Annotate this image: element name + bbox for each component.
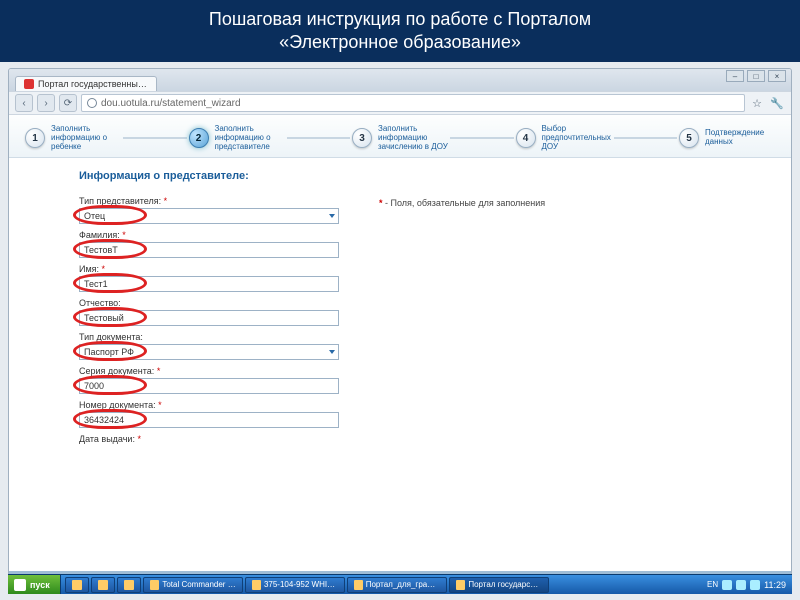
label-rep-type: Тип представителя: * [79, 196, 339, 206]
step-connector [287, 137, 351, 139]
field-doc-type: Тип документа: Паспорт РФ [79, 332, 339, 360]
globe-icon [87, 98, 97, 108]
app-icon [150, 580, 160, 590]
slide-title-line2: «Электронное образование» [209, 31, 591, 54]
field-doc-series: Серия документа: * [79, 366, 339, 394]
window-minimize[interactable]: – [726, 70, 744, 82]
app-icon [456, 580, 466, 590]
asterisk-icon: * [379, 198, 383, 208]
field-firstname: Имя: * [79, 264, 339, 292]
app-icon [252, 580, 261, 590]
windows-flag-icon [14, 579, 26, 591]
field-lastname: Фамилия: * [79, 230, 339, 258]
section-title: Информация о представителе: [79, 170, 773, 182]
input-doc-number[interactable] [79, 412, 339, 428]
taskbar-app[interactable]: Total Commander 6... [143, 577, 243, 593]
step-1[interactable]: 1 Заполнить информацию о ребенке [25, 125, 121, 151]
window-controls: – □ × [726, 70, 786, 82]
step-1-circle: 1 [25, 128, 45, 148]
form-area: Информация о представителе: * - Поля, об… [9, 158, 791, 444]
step-1-label: Заполнить информацию о ребенке [51, 125, 121, 151]
slide-title-banner: Пошаговая инструкция по работе с Портало… [0, 0, 800, 62]
label-firstname: Имя: * [79, 264, 339, 274]
required-note-text: - Поля, обязательные для заполнения [385, 198, 545, 208]
start-label: пуск [30, 580, 50, 590]
step-5[interactable]: 5 Подтверждение данных [679, 128, 775, 148]
address-toolbar: ‹ › ⟳ dou.uotula.ru/statement_wizard ☆ 🔧 [9, 91, 791, 115]
label-doc-series: Серия документа: * [79, 366, 339, 376]
quicklaunch-item[interactable] [65, 577, 89, 593]
label-doc-number: Номер документа: * [79, 400, 339, 410]
bookmark-star-icon[interactable]: ☆ [749, 95, 765, 111]
step-4-label: Выбор предпочтительных ДОУ [542, 125, 612, 151]
step-2-label: Заполнить информацию о представителе [215, 125, 285, 151]
field-doc-number: Номер документа: * [79, 400, 339, 428]
step-2[interactable]: 2 Заполнить информацию о представителе [189, 125, 285, 151]
step-4-circle: 4 [516, 128, 536, 148]
browser-screenshot: – □ × Портал государственных ус ‹ › ⟳ do… [0, 62, 800, 600]
step-connector [123, 137, 187, 139]
label-issue-date: Дата выдачи: * [79, 434, 339, 444]
start-button[interactable]: пуск [8, 575, 61, 594]
url-text: dou.uotula.ru/statement_wizard [101, 98, 241, 109]
slide-title: Пошаговая инструкция по работе с Портало… [209, 8, 591, 55]
step-4[interactable]: 4 Выбор предпочтительных ДОУ [516, 125, 612, 151]
label-doc-type: Тип документа: [79, 332, 339, 342]
app-icon [72, 580, 82, 590]
tab-title: Портал государственных ус [38, 79, 148, 89]
app-icon [354, 580, 363, 590]
input-doc-series[interactable] [79, 378, 339, 394]
field-issue-date: Дата выдачи: * [79, 434, 339, 444]
step-connector [450, 137, 514, 139]
step-connector [614, 137, 678, 139]
tray-icon[interactable] [736, 580, 746, 590]
page-content: 1 Заполнить информацию о ребенке 2 Запол… [9, 115, 791, 579]
taskbar-app-active[interactable]: Портал государств... [449, 577, 549, 593]
taskbar-clock[interactable]: 11:29 [764, 580, 786, 590]
step-5-circle: 5 [679, 128, 699, 148]
taskbar-app[interactable]: 375-104-952 WHITE... [245, 577, 345, 593]
input-firstname[interactable] [79, 276, 339, 292]
input-middlename[interactable] [79, 310, 339, 326]
field-middlename: Отчество: [79, 298, 339, 326]
step-5-label: Подтверждение данных [705, 129, 775, 147]
taskbar-app[interactable]: Портал_для_гражда... [347, 577, 447, 593]
window-maximize[interactable]: □ [747, 70, 765, 82]
app-icon [98, 580, 108, 590]
slide-title-line1: Пошаговая инструкция по работе с Портало… [209, 8, 591, 31]
field-rep-type: Тип представителя: * Отец [79, 196, 339, 224]
select-doc-type[interactable]: Паспорт РФ [79, 344, 339, 360]
favicon-icon [24, 79, 34, 89]
wrench-icon[interactable]: 🔧 [769, 95, 785, 111]
label-middlename: Отчество: [79, 298, 339, 308]
quicklaunch-item[interactable] [117, 577, 141, 593]
system-tray: EN 11:29 [701, 580, 792, 590]
reload-button[interactable]: ⟳ [59, 94, 77, 112]
progress-stepper: 1 Заполнить информацию о ребенке 2 Запол… [9, 115, 791, 158]
browser-tab[interactable]: Портал государственных ус [15, 76, 157, 91]
required-note: * - Поля, обязательные для заполнения [379, 198, 545, 208]
forward-button[interactable]: › [37, 94, 55, 112]
step-3-label: Заполнить информацию зачислению в ДОУ [378, 125, 448, 151]
tray-icon[interactable] [722, 580, 732, 590]
address-bar[interactable]: dou.uotula.ru/statement_wizard [81, 94, 745, 112]
quicklaunch-item[interactable] [91, 577, 115, 593]
label-lastname: Фамилия: * [79, 230, 339, 240]
input-lastname[interactable] [79, 242, 339, 258]
windows-taskbar: пуск Total Commander 6... 375-104-952 WH… [8, 574, 792, 594]
select-rep-type[interactable]: Отец [79, 208, 339, 224]
taskbar-items: Total Commander 6... 375-104-952 WHITE..… [61, 575, 701, 594]
tray-icon[interactable] [750, 580, 760, 590]
back-button[interactable]: ‹ [15, 94, 33, 112]
app-icon [124, 580, 134, 590]
step-3-circle: 3 [352, 128, 372, 148]
step-2-circle: 2 [189, 128, 209, 148]
step-3[interactable]: 3 Заполнить информацию зачислению в ДОУ [352, 125, 448, 151]
tabstrip: Портал государственных ус [9, 69, 791, 91]
window-close[interactable]: × [768, 70, 786, 82]
browser-window: Портал государственных ус ‹ › ⟳ dou.uotu… [8, 68, 792, 580]
language-indicator[interactable]: EN [707, 580, 718, 589]
